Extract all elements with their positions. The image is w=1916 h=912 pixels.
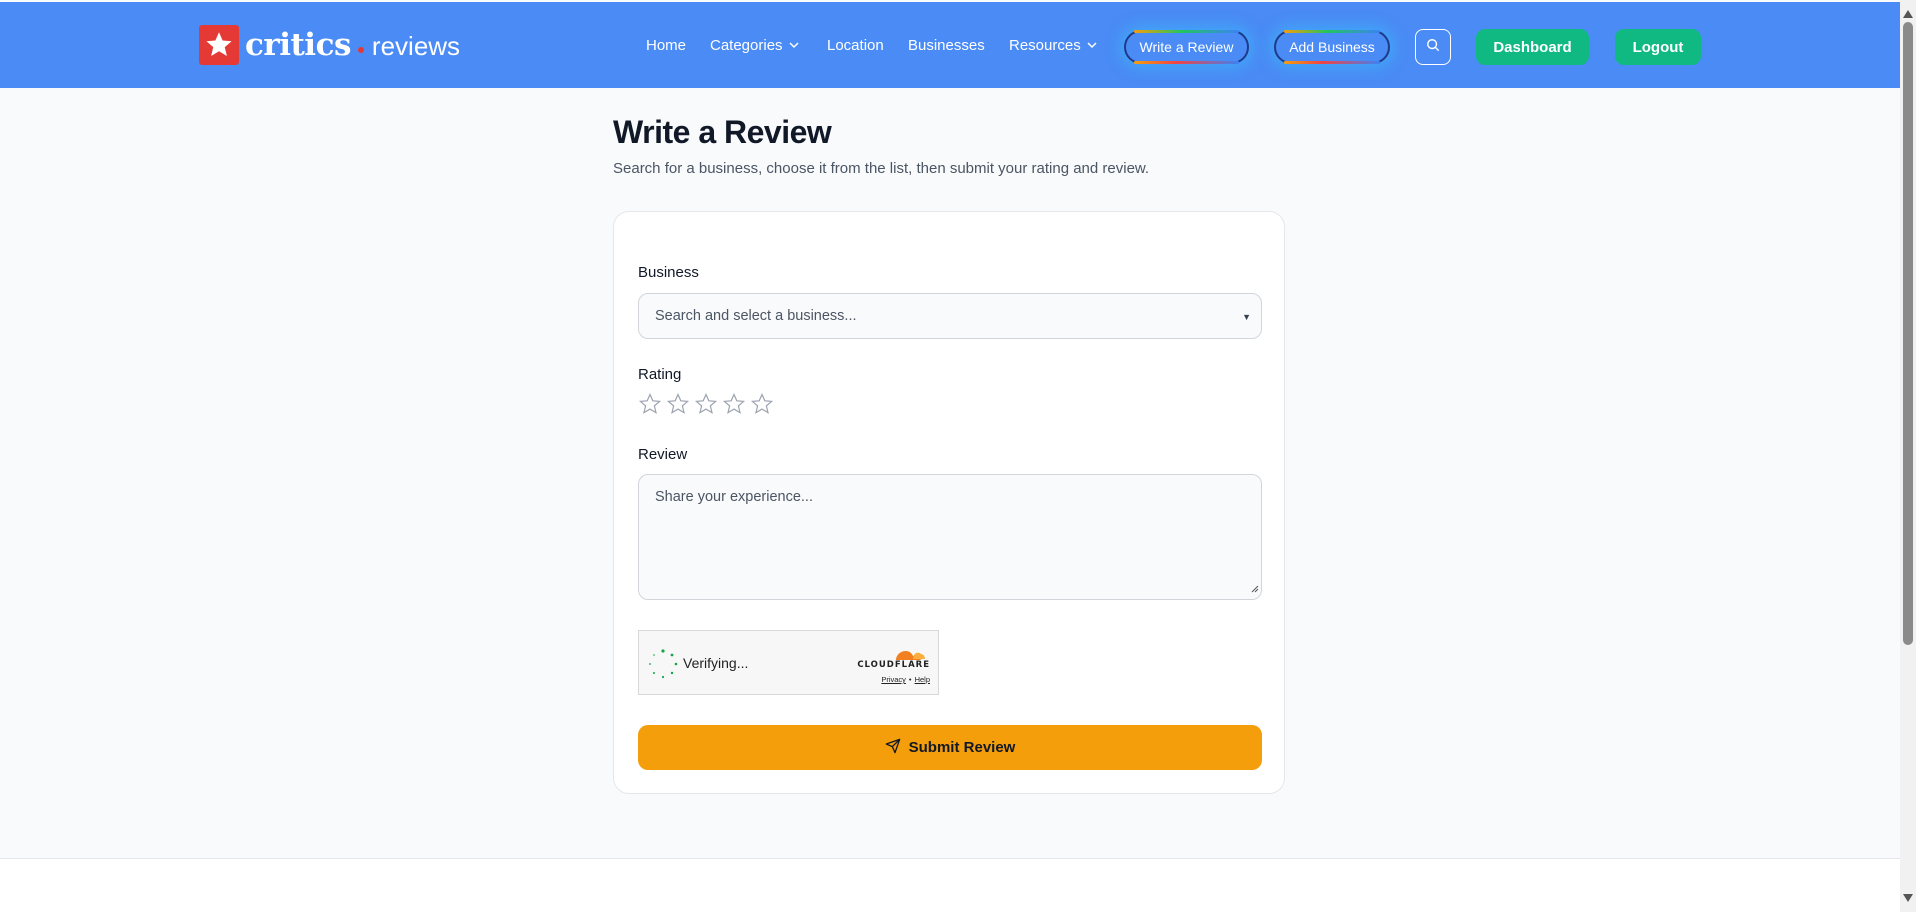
nav-categories[interactable]: Categories: [710, 37, 799, 54]
rating-stars: [638, 392, 774, 416]
review-textarea[interactable]: Share your experience...: [638, 474, 1262, 600]
nav-resources-label: Resources: [1009, 37, 1081, 54]
star-logo-icon: [199, 25, 239, 65]
dashboard-button[interactable]: Dashboard: [1476, 29, 1589, 65]
write-review-button[interactable]: Write a Review: [1124, 30, 1249, 64]
nav-location[interactable]: Location: [827, 37, 884, 54]
top-navbar: critics reviews Home Categories Location…: [0, 2, 1900, 88]
scroll-up-arrow-icon[interactable]: [1903, 5, 1913, 23]
site-logo[interactable]: critics reviews: [199, 24, 460, 66]
star-icon[interactable]: [750, 392, 774, 416]
star-icon[interactable]: [722, 392, 746, 416]
help-link[interactable]: Help: [915, 675, 930, 684]
nav-home-label: Home: [646, 37, 687, 54]
business-label: Business: [638, 264, 699, 281]
search-button[interactable]: [1415, 29, 1451, 65]
nav-resources[interactable]: Resources: [1009, 37, 1097, 54]
review-label: Review: [638, 446, 688, 463]
send-icon: [885, 738, 901, 758]
nav-categories-label: Categories: [710, 37, 783, 54]
review-form-card: Business Search and select a business...…: [613, 211, 1285, 794]
nav-location-label: Location: [827, 37, 884, 54]
review-placeholder: Share your experience...: [655, 489, 813, 505]
privacy-link[interactable]: Privacy: [881, 675, 906, 684]
star-icon[interactable]: [694, 392, 718, 416]
chevron-down-icon: [1087, 42, 1097, 49]
submit-review-button[interactable]: Submit Review: [638, 725, 1262, 770]
page-subtitle: Search for a business, choose it from th…: [613, 160, 1150, 177]
cloudflare-brand: CLOUDFLARE: [857, 660, 930, 670]
submit-review-label: Submit Review: [908, 739, 1016, 756]
search-icon: [1426, 38, 1440, 57]
add-business-button[interactable]: Add Business: [1274, 30, 1390, 64]
nav-businesses[interactable]: Businesses: [908, 37, 985, 54]
business-select-placeholder: Search and select a business...: [655, 308, 857, 324]
captcha-status: Verifying...: [683, 655, 749, 671]
logo-suffix-text: reviews: [371, 30, 461, 61]
scroll-down-arrow-icon[interactable]: [1903, 889, 1913, 907]
star-icon[interactable]: [666, 392, 690, 416]
captcha-widget[interactable]: Verifying... CLOUDFLARE Privacy • Help: [638, 630, 939, 695]
vertical-scrollbar[interactable]: [1900, 0, 1916, 912]
logo-brand-text: critics: [245, 27, 351, 63]
logo-dot: [357, 47, 364, 53]
page-title: Write a Review: [613, 114, 832, 150]
scrollbar-thumb[interactable]: [1903, 22, 1913, 645]
nav-businesses-label: Businesses: [908, 37, 985, 54]
caret-down-icon: ▼: [1242, 312, 1251, 322]
captcha-links: Privacy • Help: [881, 675, 930, 684]
nav-home[interactable]: Home: [646, 37, 686, 54]
chevron-down-icon: [789, 42, 799, 49]
resize-grip-icon[interactable]: [1249, 581, 1259, 597]
business-select[interactable]: Search and select a business... ▼: [638, 293, 1262, 339]
rating-label: Rating: [638, 366, 682, 383]
loading-spinner-icon: [647, 648, 679, 685]
logout-button[interactable]: Logout: [1615, 29, 1701, 65]
link-separator: •: [908, 675, 912, 684]
footer: [0, 859, 1900, 912]
star-icon[interactable]: [638, 392, 662, 416]
